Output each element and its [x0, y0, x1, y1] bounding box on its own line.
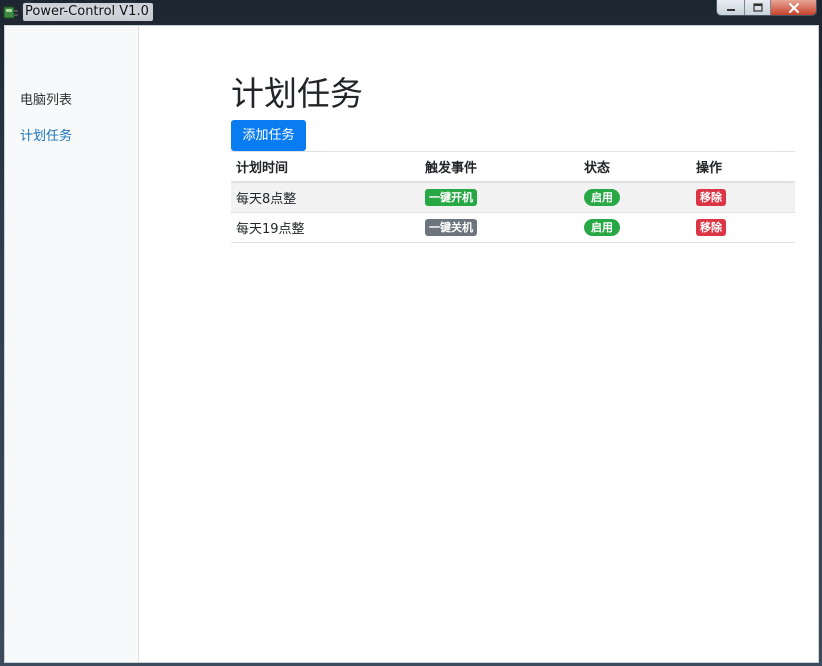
close-icon — [788, 2, 799, 13]
app-window: Power-Control V1.0 电脑列表 计划任务 计划任务 添加任务 计… — [0, 0, 822, 666]
app-content: 电脑列表 计划任务 计划任务 添加任务 计划时间 触发事件 状态 操作 每天8点… — [4, 25, 819, 663]
action-cell: 移除 — [696, 213, 726, 242]
minimize-icon — [726, 8, 735, 11]
status-cell: 启用 — [584, 183, 620, 212]
sidebar-item-scheduled-tasks[interactable]: 计划任务 — [20, 127, 72, 147]
event-badge-power-on: 一键开机 — [425, 189, 477, 206]
status-badge[interactable]: 启用 — [584, 219, 620, 236]
column-header-event: 触发事件 — [425, 161, 478, 176]
remove-button[interactable]: 移除 — [696, 219, 726, 236]
column-header-action: 操作 — [696, 161, 723, 176]
status-cell: 启用 — [584, 213, 620, 242]
add-task-button[interactable]: 添加任务 — [231, 120, 306, 151]
window-controls — [716, 0, 817, 16]
event-cell: 一键开机 — [425, 183, 477, 212]
schedule-time: 每天8点整 — [236, 192, 297, 207]
schedule-time: 每天19点整 — [236, 222, 305, 237]
title-bar[interactable]: Power-Control V1.0 — [0, 0, 822, 24]
event-cell: 一键关机 — [425, 213, 477, 242]
table-header-row: 计划时间 触发事件 状态 操作 — [231, 152, 795, 183]
task-table: 计划时间 触发事件 状态 操作 每天8点整 一键开机 启用 移除 每天19点整 … — [231, 151, 795, 243]
page-title: 计划任务 — [231, 74, 363, 113]
sidebar: 电脑列表 计划任务 — [5, 26, 139, 662]
maximize-icon — [752, 3, 763, 12]
event-badge-power-off: 一键关机 — [425, 219, 477, 236]
sidebar-item-computer-list[interactable]: 电脑列表 — [20, 91, 72, 111]
minimize-button[interactable] — [717, 0, 744, 15]
power-plug-icon — [3, 4, 19, 20]
action-cell: 移除 — [696, 183, 726, 212]
column-header-time: 计划时间 — [236, 161, 289, 176]
close-button[interactable] — [770, 0, 816, 15]
remove-button[interactable]: 移除 — [696, 189, 726, 206]
table-row: 每天8点整 一键开机 启用 移除 — [231, 183, 795, 213]
maximize-button[interactable] — [744, 0, 770, 15]
window-title: Power-Control V1.0 — [23, 3, 153, 21]
status-badge[interactable]: 启用 — [584, 189, 620, 206]
main-panel: 计划任务 添加任务 计划时间 触发事件 状态 操作 每天8点整 一键开机 启用 — [139, 26, 819, 662]
table-row: 每天19点整 一键关机 启用 移除 — [231, 213, 795, 243]
column-header-status: 状态 — [584, 161, 611, 176]
